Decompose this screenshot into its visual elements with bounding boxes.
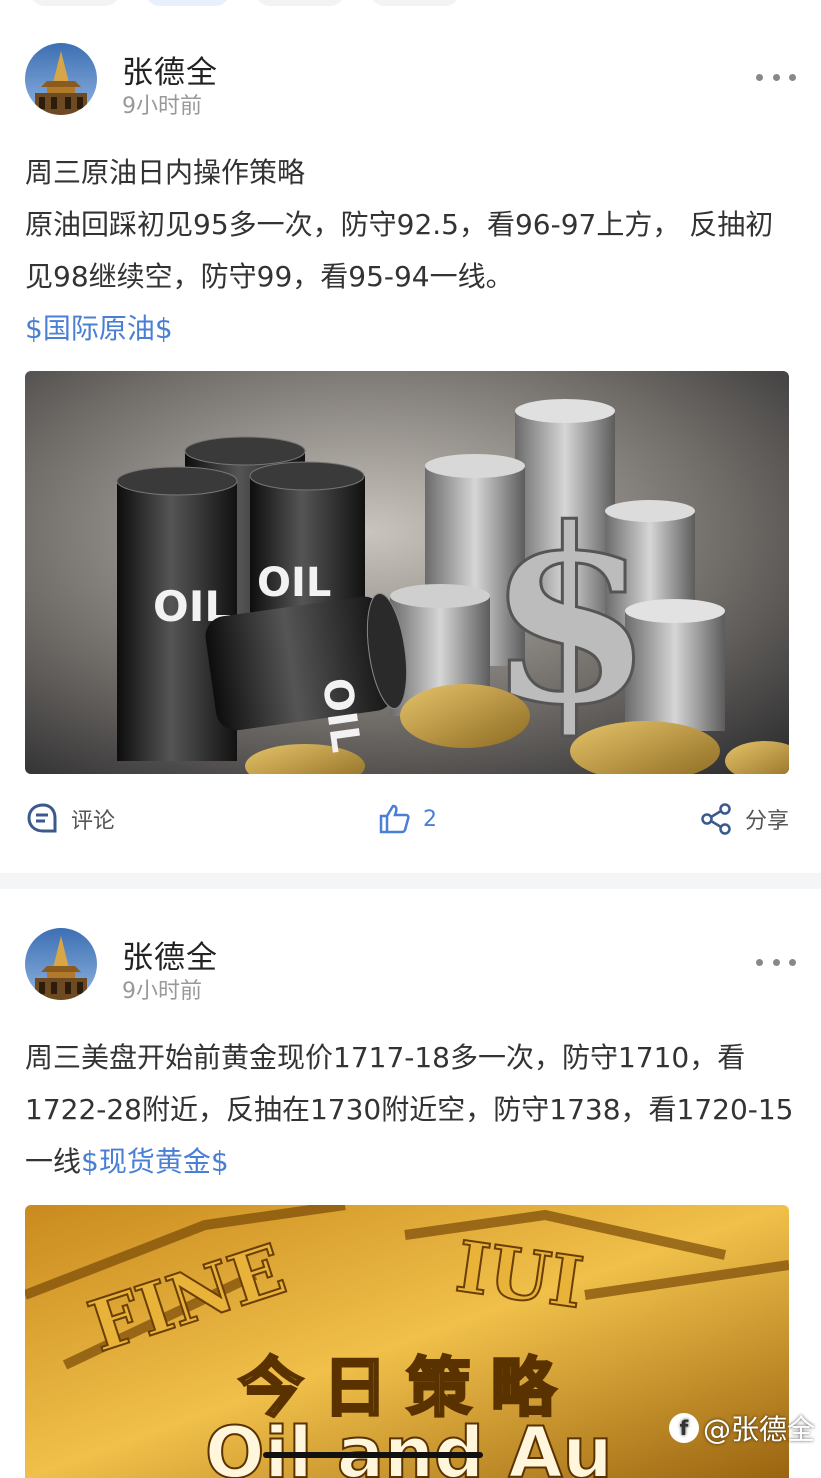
post-time: 9小时前	[122, 979, 202, 1004]
post-body: 原油回踩初见95多一次，防守92.5，看96-97上方， 反抽初见98继续空，防…	[25, 208, 774, 293]
watermark-text: @张德全	[702, 1413, 815, 1446]
share-icon	[701, 803, 731, 835]
comment-icon	[27, 803, 57, 833]
svg-text:OIL: OIL	[257, 560, 331, 606]
post-actions: 评论 2 分享	[25, 794, 789, 844]
post-content: 周三原油日内操作策略 原油回踩初见95多一次，防守92.5，看96-97上方， …	[25, 147, 795, 355]
thumbs-up-icon	[379, 804, 410, 834]
svg-text:Oil and Au: Oil and Au	[205, 1412, 612, 1478]
author-name[interactable]: 张德全	[122, 47, 218, 92]
post-title-line: 周三原油日内操作策略	[25, 156, 306, 189]
like-count: 2	[423, 806, 437, 832]
post-divider	[0, 873, 821, 889]
post-time: 9小时前	[122, 94, 202, 119]
more-options-icon[interactable]	[756, 952, 796, 972]
filter-chip[interactable]	[30, 0, 120, 6]
post-card: 张德全 9小时前 周三美盘开始前黄金现价1717-18多一次，防守1710，看1…	[0, 928, 821, 1478]
filter-chip[interactable]	[255, 0, 345, 6]
watermark: f @张德全	[668, 1408, 815, 1448]
filter-chip-active[interactable]	[145, 0, 230, 6]
avatar[interactable]	[25, 43, 97, 115]
post-header: 张德全 9小时前	[25, 43, 796, 119]
post-content: 周三美盘开始前黄金现价1717-18多一次，防守1710，看1722-28附近，…	[25, 1032, 795, 1188]
home-indicator	[263, 1452, 483, 1458]
post-card: 张德全 9小时前 周三原油日内操作策略 原油回踩初见95多一次，防守92.5，看…	[0, 43, 821, 873]
share-button[interactable]: 分享	[699, 794, 789, 844]
share-label: 分享	[744, 809, 789, 834]
more-options-icon[interactable]	[756, 67, 796, 87]
weibo-logo-icon: f	[668, 1413, 699, 1443]
author-name[interactable]: 张德全	[122, 932, 218, 977]
svg-text:IUI: IUI	[451, 1225, 588, 1325]
oil-barrels-and-dollar-image[interactable]: $ OIL OIL OIL	[25, 371, 789, 774]
like-button[interactable]: 2	[377, 794, 437, 844]
topic-tag[interactable]: $现货黄金$	[81, 1145, 229, 1178]
avatar[interactable]	[25, 928, 97, 1000]
top-filter-chips	[0, 0, 821, 10]
post-header: 张德全 9小时前	[25, 928, 796, 1004]
filter-chip[interactable]	[370, 0, 460, 6]
comment-button[interactable]: 评论	[25, 794, 115, 844]
topic-tag[interactable]: $国际原油$	[25, 303, 795, 355]
comment-label: 评论	[71, 809, 116, 834]
